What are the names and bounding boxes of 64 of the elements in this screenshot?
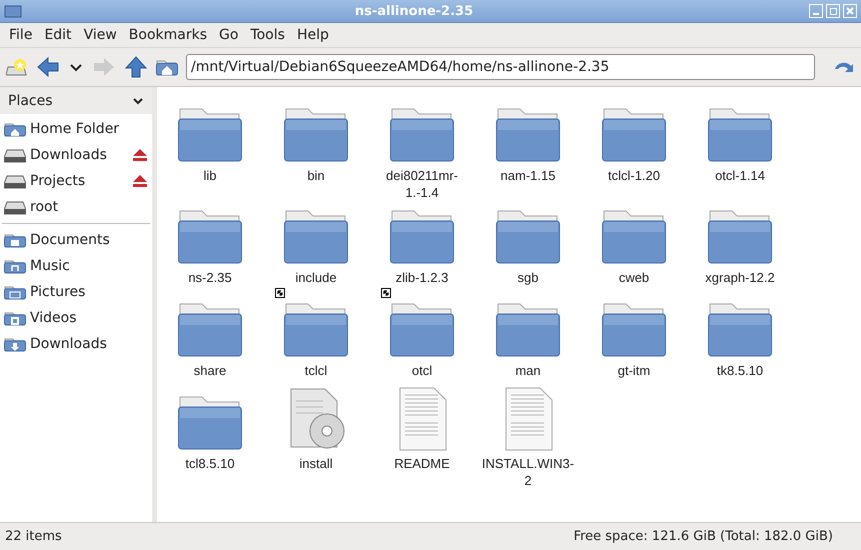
drive-icon bbox=[4, 173, 26, 189]
forward-icon bbox=[92, 56, 116, 78]
file-name[interactable]: bin bbox=[268, 167, 364, 184]
close-icon bbox=[846, 7, 854, 15]
minimize-icon bbox=[813, 13, 819, 15]
file-name[interactable]: README bbox=[374, 455, 470, 472]
new-tab-icon bbox=[6, 57, 28, 77]
file-name[interactable]: sgb bbox=[480, 269, 576, 286]
menu-item[interactable]: Help bbox=[290, 27, 335, 43]
file-name[interactable]: tcl8.5.10 bbox=[162, 455, 258, 472]
file-name[interactable]: nam-1.15 bbox=[480, 167, 576, 184]
sidebar-item[interactable]: Pictures bbox=[30, 284, 148, 300]
sidebar-item[interactable]: Music bbox=[30, 258, 148, 274]
back-icon bbox=[36, 56, 60, 78]
close-button[interactable] bbox=[843, 4, 857, 18]
downloads-folder-icon bbox=[4, 336, 26, 352]
file-name[interactable]: INSTALL.WIN3-2 bbox=[480, 455, 576, 489]
sidebar-item[interactable]: Documents bbox=[30, 232, 148, 248]
maximize-icon bbox=[830, 8, 836, 14]
file-name[interactable]: tclcl-1.20 bbox=[586, 167, 682, 184]
free-space: Free space: 121.6 GiB (Total: 182.0 GiB) bbox=[574, 529, 833, 544]
window-title: ns-allinone-2.35 bbox=[354, 4, 474, 18]
maximize-button[interactable] bbox=[826, 4, 840, 18]
file-name[interactable]: install bbox=[268, 455, 364, 472]
menu-item[interactable]: Bookmarks bbox=[122, 27, 214, 43]
file-name[interactable]: gt-itm bbox=[586, 362, 682, 379]
file-name[interactable]: tclcl bbox=[268, 362, 364, 379]
home-folder-icon bbox=[4, 121, 26, 137]
pictures-folder-icon bbox=[4, 284, 26, 300]
file-name[interactable]: otcl-1.14 bbox=[692, 167, 788, 184]
sidebar-item[interactable]: Downloads bbox=[30, 336, 148, 352]
file-name[interactable]: share bbox=[162, 362, 258, 379]
home-folder-icon bbox=[156, 58, 178, 76]
item-count: 22 items bbox=[5, 529, 62, 544]
sidebar-item[interactable]: root bbox=[30, 199, 148, 215]
drive-icon bbox=[4, 147, 26, 163]
drive-icon bbox=[4, 199, 26, 215]
menu-item[interactable]: Edit bbox=[38, 27, 78, 43]
file-name[interactable]: include bbox=[268, 269, 364, 286]
file-name[interactable]: otcl bbox=[374, 362, 470, 379]
file-name[interactable]: ns-2.35 bbox=[162, 269, 258, 286]
menu-item[interactable]: File bbox=[3, 27, 38, 43]
file-name[interactable]: lib bbox=[162, 167, 258, 184]
file-name[interactable]: tk8.5.10 bbox=[692, 362, 788, 379]
documents-folder-icon bbox=[4, 232, 26, 248]
videos-folder-icon bbox=[4, 310, 26, 326]
location-field[interactable]: /mnt/Virtual/Debian6SqueezeAMD64/home/ns-allinone-2.35 bbox=[186, 54, 815, 80]
file-name[interactable]: cweb bbox=[586, 269, 682, 286]
menu-item[interactable]: Tools bbox=[244, 27, 291, 43]
sidebar-item[interactable]: Home Folder bbox=[30, 121, 148, 137]
sidebar-title: Places bbox=[8, 92, 53, 108]
sidebar-item[interactable]: Projects bbox=[30, 173, 128, 189]
menu-item[interactable]: View bbox=[78, 27, 123, 43]
minimize-button[interactable] bbox=[809, 4, 823, 18]
sidebar-item[interactable]: Downloads bbox=[30, 147, 128, 163]
file-name[interactable]: dei80211mr-1.-1.4 bbox=[374, 167, 470, 201]
music-folder-icon bbox=[4, 258, 26, 274]
menu-item[interactable]: Go bbox=[213, 27, 244, 43]
file-name[interactable]: xgraph-12.2 bbox=[692, 269, 788, 286]
file-name[interactable]: zlib-1.2.3 bbox=[374, 269, 470, 286]
up-icon bbox=[124, 56, 148, 78]
sidebar-item[interactable]: Videos bbox=[30, 310, 148, 326]
window-folder-icon bbox=[4, 3, 22, 19]
file-name[interactable]: man bbox=[480, 362, 576, 379]
